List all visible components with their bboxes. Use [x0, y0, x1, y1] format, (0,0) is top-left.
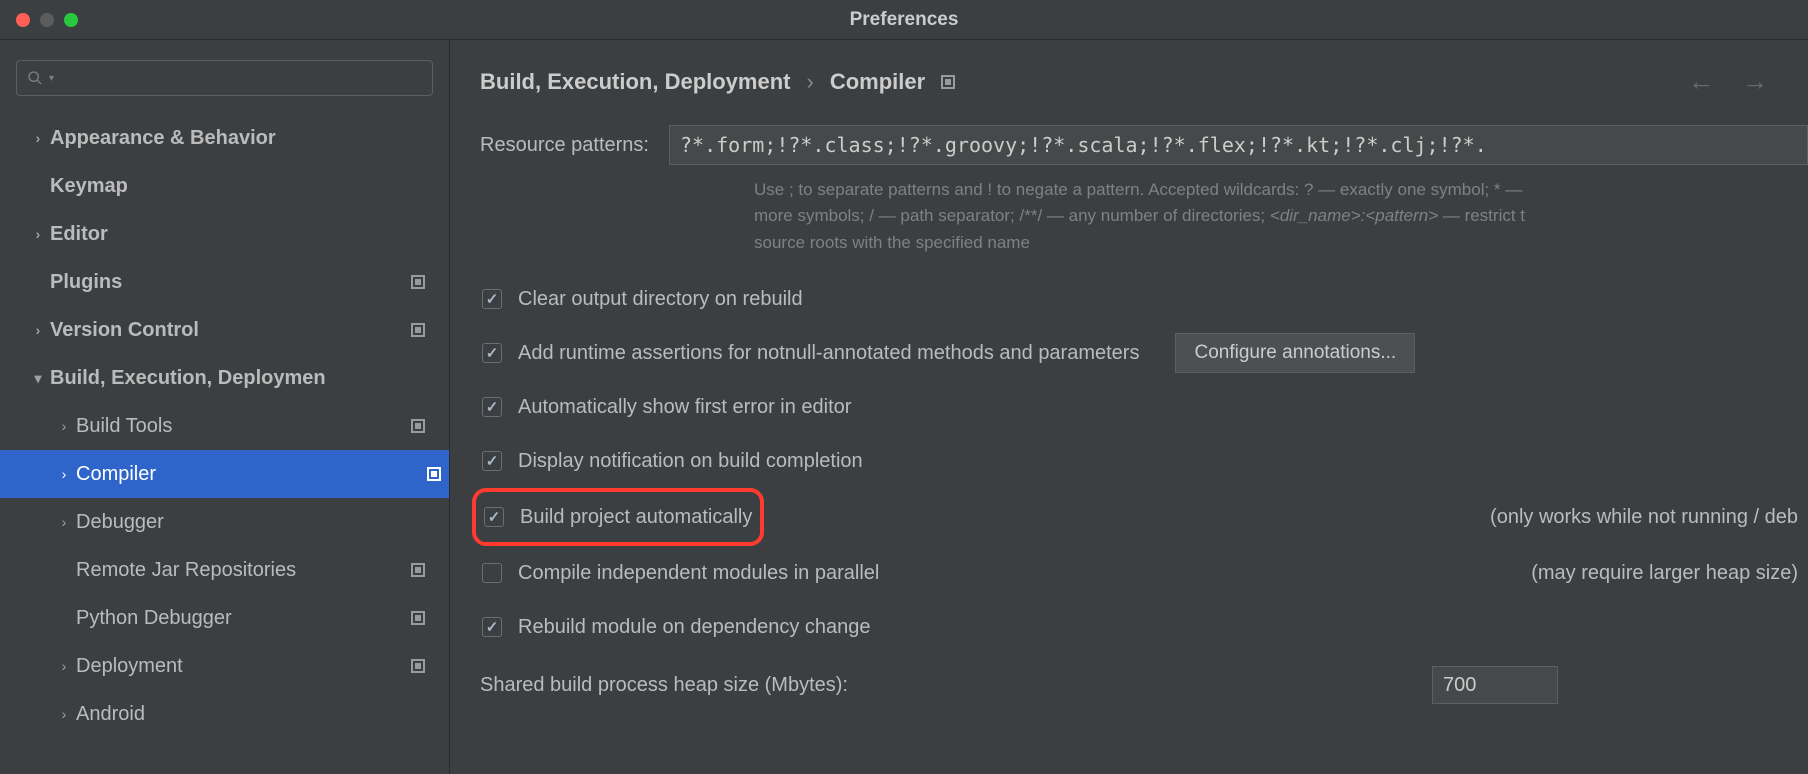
search-input[interactable]: ▾: [16, 60, 433, 96]
titlebar: Preferences: [0, 0, 1808, 40]
option-row: Clear output directory on rebuild: [480, 272, 1808, 326]
checkbox[interactable]: [484, 507, 504, 527]
option-label: Compile independent modules in parallel: [518, 562, 879, 585]
heap-size-label: Shared build process heap size (Mbytes):: [480, 674, 848, 697]
checkbox[interactable]: [482, 343, 502, 363]
sidebar-item-label: Remote Jar Repositories: [76, 559, 296, 582]
sidebar-item-label: Keymap: [50, 175, 128, 198]
heap-size-input[interactable]: [1432, 666, 1558, 704]
chevron-right-icon: ›: [52, 418, 76, 434]
module-marker-icon: [411, 419, 425, 433]
option-row: Add runtime assertions for notnull-annot…: [480, 326, 1808, 380]
sidebar-item-remote-jar-repositories[interactable]: ›Remote Jar Repositories: [16, 546, 433, 594]
sidebar-item-compiler[interactable]: ›Compiler: [0, 450, 449, 498]
checkbox[interactable]: [482, 289, 502, 309]
option-hint: (may require larger heap size): [1531, 562, 1798, 585]
sidebar-item-plugins[interactable]: ›Plugins: [16, 258, 433, 306]
checkbox[interactable]: [482, 451, 502, 471]
sidebar-item-label: Editor: [50, 223, 108, 246]
option-label: Add runtime assertions for notnull-annot…: [518, 342, 1139, 365]
sidebar-item-label: Android: [76, 703, 145, 726]
sidebar-item-label: Python Debugger: [76, 607, 232, 630]
module-marker-icon: [941, 75, 955, 89]
sidebar-item-label: Appearance & Behavior: [50, 127, 276, 150]
resource-patterns-label: Resource patterns:: [480, 134, 649, 157]
option-label: Display notification on build completion: [518, 450, 863, 473]
search-icon: [27, 70, 43, 86]
resource-patterns-input[interactable]: [669, 125, 1808, 165]
chevron-right-icon: ›: [52, 466, 76, 482]
sidebar-item-debugger[interactable]: ›Debugger: [16, 498, 433, 546]
option-row: Compile independent modules in parallel (…: [480, 546, 1808, 600]
window-controls: [16, 13, 78, 27]
configure-annotations-button[interactable]: Configure annotations...: [1175, 333, 1415, 373]
minimize-button[interactable]: [40, 13, 54, 27]
option-label: Build project automatically: [520, 506, 752, 529]
checkbox[interactable]: [482, 617, 502, 637]
sidebar-item-appearance-behavior[interactable]: ›Appearance & Behavior: [16, 114, 433, 162]
maximize-button[interactable]: [64, 13, 78, 27]
chevron-right-icon: ›: [52, 514, 76, 530]
option-row: Automatically show first error in editor: [480, 380, 1808, 434]
chevron-right-icon: ›: [26, 322, 50, 338]
module-marker-icon: [411, 659, 425, 673]
sidebar-item-deployment[interactable]: ›Deployment: [16, 642, 433, 690]
checkbox[interactable]: [482, 563, 502, 583]
sidebar-item-android[interactable]: ›Android: [16, 690, 433, 738]
settings-tree: ›Appearance & Behavior›Keymap›Editor›Plu…: [16, 114, 433, 738]
module-marker-icon: [427, 467, 441, 481]
nav-forward-icon[interactable]: →: [1742, 66, 1768, 97]
sidebar-item-keymap[interactable]: ›Keymap: [16, 162, 433, 210]
sidebar: ▾ ›Appearance & Behavior›Keymap›Editor›P…: [0, 40, 450, 774]
sidebar-item-label: Version Control: [50, 319, 199, 342]
chevron-right-icon: ›: [26, 130, 50, 146]
close-button[interactable]: [16, 13, 30, 27]
chevron-right-icon: ›: [26, 226, 50, 242]
checkbox[interactable]: [482, 397, 502, 417]
chevron-right-icon: ›: [52, 658, 76, 674]
sidebar-item-label: Build, Execution, Deploymen: [50, 367, 326, 390]
highlight-callout: Build project automatically: [472, 488, 764, 546]
module-marker-icon: [411, 275, 425, 289]
sidebar-item-editor[interactable]: ›Editor: [16, 210, 433, 258]
chevron-right-icon: ›: [52, 706, 76, 722]
resource-patterns-hint: Use ; to separate patterns and ! to nega…: [480, 177, 1808, 256]
option-row: Build project automatically: [476, 494, 752, 540]
module-marker-icon: [411, 611, 425, 625]
sidebar-item-build-tools[interactable]: ›Build Tools: [16, 402, 433, 450]
option-label: Clear output directory on rebuild: [518, 288, 803, 311]
option-label: Automatically show first error in editor: [518, 396, 851, 419]
sidebar-item-label: Debugger: [76, 511, 164, 534]
window-title: Preferences: [850, 9, 959, 31]
breadcrumb-separator: ›: [806, 69, 813, 95]
sidebar-item-version-control[interactable]: ›Version Control: [16, 306, 433, 354]
content-panel: Build, Execution, Deployment › Compiler …: [450, 40, 1808, 774]
sidebar-item-python-debugger[interactable]: ›Python Debugger: [16, 594, 433, 642]
option-row: Rebuild module on dependency change: [480, 600, 1808, 654]
breadcrumb-current: Compiler: [830, 69, 925, 95]
sidebar-item-label: Compiler: [76, 463, 156, 486]
option-row: Display notification on build completion: [480, 434, 1808, 488]
option-hint: (only works while not running / deb: [1490, 506, 1798, 529]
option-label: Rebuild module on dependency change: [518, 616, 871, 639]
chevron-down-icon: ▾: [26, 370, 50, 387]
breadcrumb: Build, Execution, Deployment › Compiler …: [480, 66, 1808, 97]
sidebar-item-label: Plugins: [50, 271, 122, 294]
module-marker-icon: [411, 323, 425, 337]
nav-back-icon[interactable]: ←: [1688, 66, 1714, 97]
module-marker-icon: [411, 563, 425, 577]
sidebar-item-label: Build Tools: [76, 415, 172, 438]
search-dropdown-icon[interactable]: ▾: [49, 73, 54, 84]
breadcrumb-parent[interactable]: Build, Execution, Deployment: [480, 69, 790, 95]
sidebar-item-label: Deployment: [76, 655, 183, 678]
sidebar-item-build-execution-deploymen[interactable]: ▾Build, Execution, Deploymen: [16, 354, 433, 402]
